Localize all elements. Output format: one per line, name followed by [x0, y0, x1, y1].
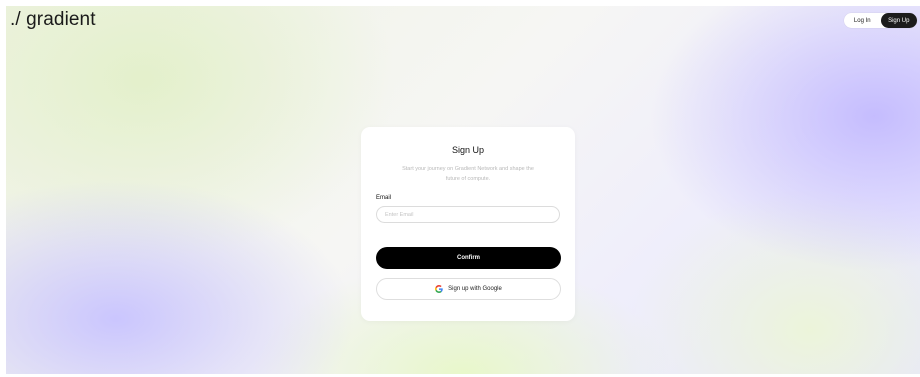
card-title: Sign Up: [451, 145, 485, 155]
confirm-button[interactable]: Confirm: [376, 247, 561, 269]
gradient-logo[interactable]: ./ gradient: [10, 9, 96, 31]
email-label: Email: [376, 195, 392, 201]
signup-button[interactable]: Sign Up: [880, 13, 917, 28]
google-signup-label: Sign up with Google: [448, 286, 502, 292]
google-signup-button[interactable]: Sign up with Google: [376, 278, 561, 300]
page-background: ./ gradient Log In Sign Up Sign Up Start…: [6, 6, 920, 374]
auth-toggle: Log In Sign Up: [844, 13, 917, 28]
login-button[interactable]: Log In: [844, 13, 881, 28]
email-field[interactable]: [376, 206, 560, 223]
card-subtitle-line-1: Start your journey on Gradient Network a…: [402, 166, 534, 172]
google-icon: [435, 285, 443, 293]
card-subtitle: Start your journey on Gradient Network a…: [373, 164, 563, 184]
signup-card: Sign Up Start your journey on Gradient N…: [361, 127, 575, 321]
card-subtitle-line-2: future of compute.: [445, 176, 491, 182]
